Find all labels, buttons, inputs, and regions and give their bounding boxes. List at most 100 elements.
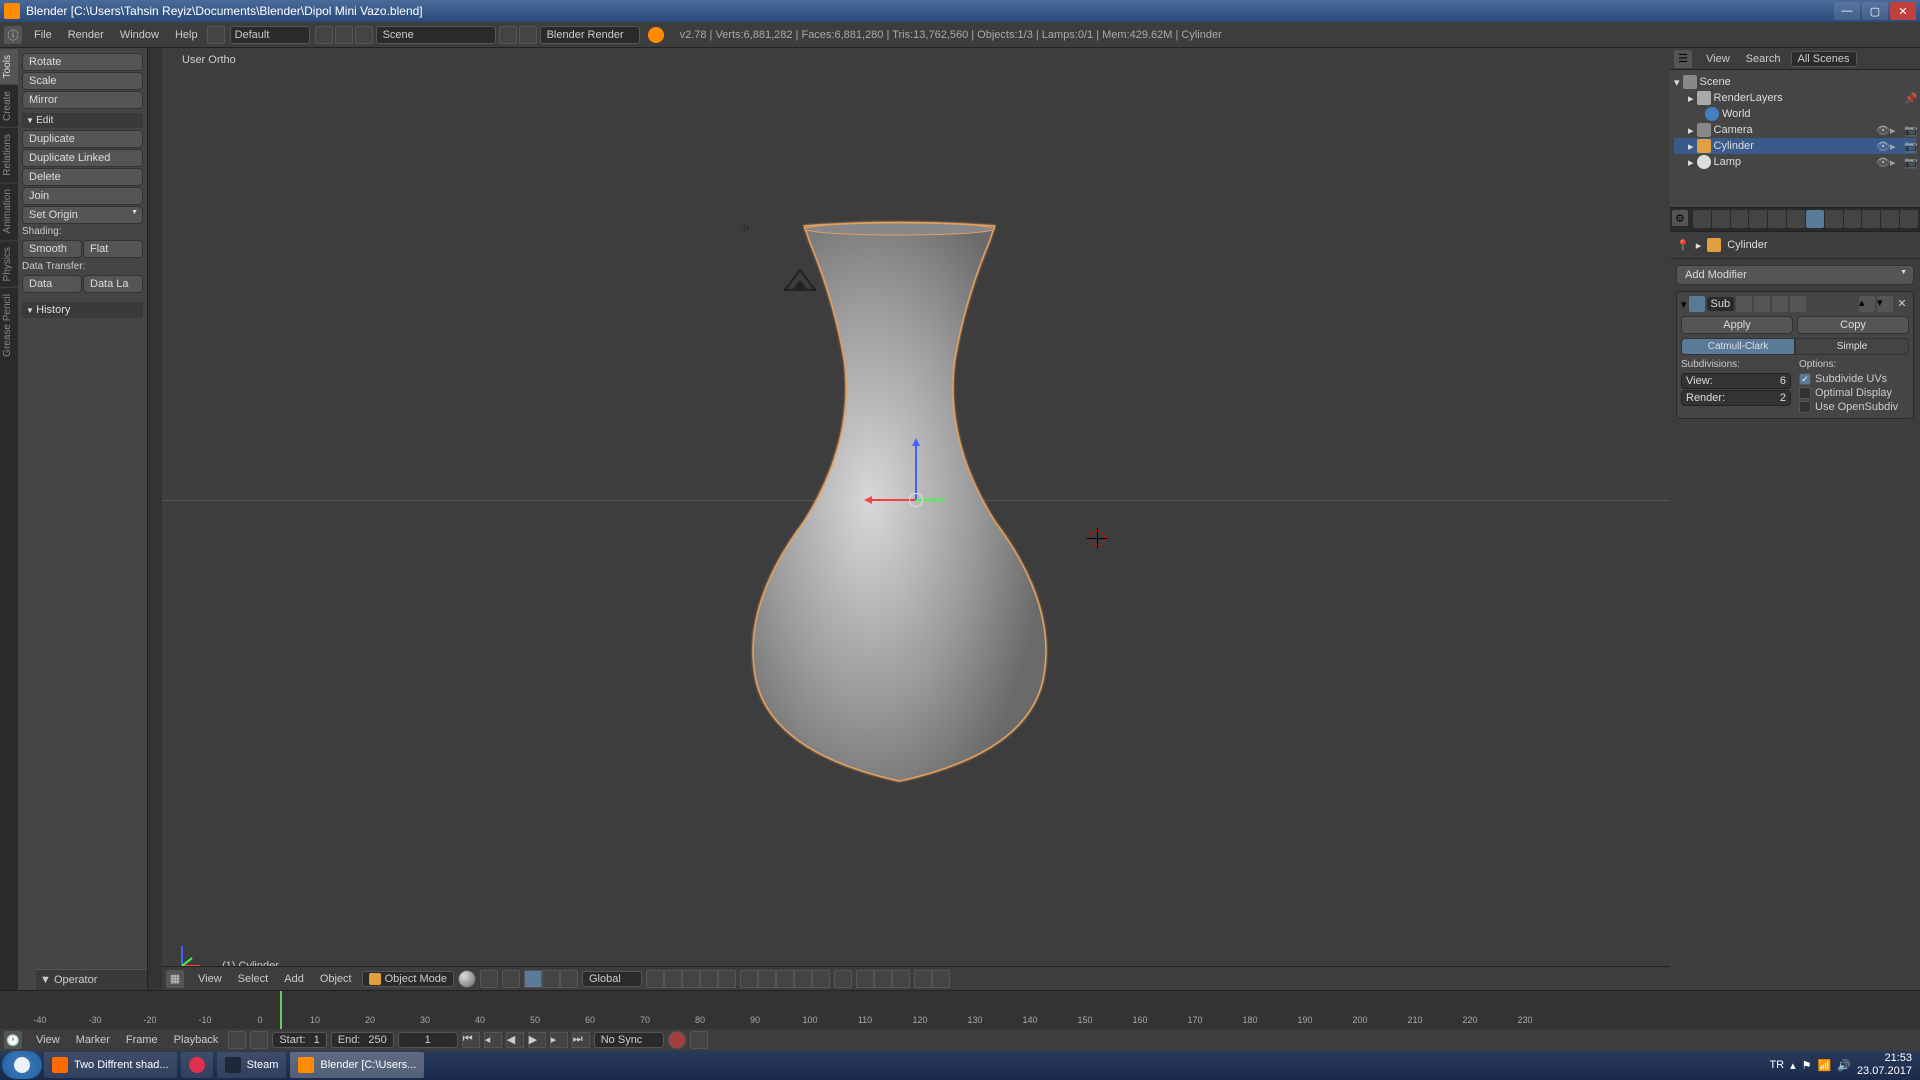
pivot-icon[interactable] — [480, 970, 498, 988]
outliner-view[interactable]: View — [1700, 52, 1736, 66]
cursor-icon[interactable]: ▸ — [1890, 140, 1902, 152]
modifier-delete-icon[interactable]: ✕ — [1895, 297, 1909, 311]
apply-button[interactable]: Apply — [1681, 316, 1793, 334]
outliner-display-mode[interactable]: All Scenes — [1791, 51, 1857, 67]
taskbar-steam[interactable]: Steam — [217, 1052, 287, 1078]
tl-menu-marker[interactable]: Marker — [70, 1034, 116, 1046]
shade-flat-button[interactable]: Flat — [83, 240, 143, 258]
rotate-button[interactable]: Rotate — [22, 53, 143, 71]
tab-world[interactable] — [1749, 210, 1767, 228]
layout-delete-icon[interactable] — [335, 26, 353, 44]
tab-relations[interactable]: Relations — [0, 127, 18, 182]
3d-viewport[interactable]: User Ortho — [162, 48, 1670, 990]
vp-menu-add[interactable]: Add — [278, 973, 310, 985]
tab-constraints[interactable] — [1787, 210, 1805, 228]
tree-camera[interactable]: ▸ Camera 👁▸📷 — [1674, 122, 1916, 138]
layers-buttons[interactable] — [646, 970, 830, 988]
record-icon[interactable] — [668, 1031, 686, 1049]
delete-button[interactable]: Delete — [22, 168, 143, 186]
cursor-icon[interactable]: ▸ — [1890, 156, 1902, 168]
tab-physics[interactable]: Physics — [0, 240, 18, 287]
end-frame-field[interactable]: End:250 — [331, 1032, 394, 1048]
data-layout-button[interactable]: Data La — [83, 275, 143, 293]
scale-button[interactable]: Scale — [22, 72, 143, 90]
tree-world[interactable]: World — [1674, 106, 1916, 122]
tray-volume-icon[interactable]: 🔊 — [1837, 1059, 1851, 1072]
tray-show-hidden-icon[interactable]: ▴ — [1790, 1059, 1796, 1072]
current-frame-field[interactable]: 1 — [398, 1032, 458, 1048]
manipulator-toggle-icon[interactable] — [502, 970, 520, 988]
tab-physics[interactable] — [1900, 210, 1918, 228]
tl-menu-frame[interactable]: Frame — [120, 1034, 164, 1046]
start-button[interactable] — [2, 1051, 42, 1079]
taskbar-blender[interactable]: Blender [C:\Users... — [290, 1052, 424, 1078]
keying-set-icon[interactable] — [690, 1031, 708, 1049]
move-down-icon[interactable]: ▾ — [1877, 296, 1893, 312]
cage-icon[interactable] — [1790, 296, 1806, 312]
render-visibility-icon[interactable] — [1736, 296, 1752, 312]
minimize-button[interactable]: — — [1834, 2, 1860, 20]
tab-render[interactable] — [1693, 210, 1711, 228]
snap-icon[interactable] — [856, 970, 874, 988]
tab-scene[interactable] — [1731, 210, 1749, 228]
set-origin-dropdown[interactable]: Set Origin — [22, 206, 143, 224]
play-reverse-icon[interactable]: ◀ — [506, 1032, 524, 1048]
manipulator-rotate-icon[interactable] — [542, 970, 560, 988]
vp-menu-object[interactable]: Object — [314, 973, 358, 985]
cursor-icon[interactable]: ▸ — [1890, 124, 1902, 136]
tl-menu-playback[interactable]: Playback — [168, 1034, 225, 1046]
properties-editor-icon[interactable]: ⚙ — [1672, 210, 1688, 226]
tray-network-icon[interactable]: 📶 — [1818, 1059, 1832, 1072]
auto-keyframe-icon[interactable] — [228, 1031, 246, 1049]
render-opengl-icon[interactable] — [914, 970, 932, 988]
menu-help[interactable]: Help — [167, 29, 206, 41]
render-anim-icon[interactable] — [932, 970, 950, 988]
lock-camera-icon[interactable] — [834, 970, 852, 988]
taskbar-firefox[interactable]: Two Diffrent shad... — [44, 1052, 177, 1078]
modifier-name-field[interactable]: Sub — [1707, 297, 1735, 311]
menu-file[interactable]: File — [26, 29, 60, 41]
subdivide-uvs-checkbox[interactable]: Subdivide UVs — [1799, 372, 1909, 386]
edit-section-header[interactable]: Edit — [22, 113, 143, 128]
tree-lamp[interactable]: ▸ Lamp 👁▸📷 — [1674, 154, 1916, 170]
tab-tools[interactable]: Tools — [0, 48, 18, 84]
mode-selector[interactable]: Object Mode — [362, 971, 454, 987]
gizmo-z-axis[interactable] — [915, 440, 917, 500]
tree-scene[interactable]: ▾ Scene — [1674, 74, 1916, 90]
shade-smooth-button[interactable]: Smooth — [22, 240, 82, 258]
editmode-visibility-icon[interactable] — [1772, 296, 1788, 312]
snap-element-icon[interactable] — [874, 970, 892, 988]
view-subdivisions-field[interactable]: View: 6 — [1681, 373, 1791, 389]
tray-action-center-icon[interactable]: ⚑ — [1802, 1059, 1812, 1072]
scene-selector[interactable]: Scene — [376, 26, 496, 44]
scene-browse-icon[interactable] — [355, 26, 373, 44]
manipulator-translate-icon[interactable] — [524, 970, 542, 988]
taskbar-opera[interactable] — [181, 1052, 213, 1078]
pin-icon[interactable]: 📍 — [1676, 239, 1690, 252]
scene-add-icon[interactable] — [499, 26, 517, 44]
gizmo-center[interactable] — [909, 493, 923, 507]
mirror-button[interactable]: Mirror — [22, 91, 143, 109]
tab-material[interactable] — [1844, 210, 1862, 228]
taskbar-clock[interactable]: 21:53 23.07.2017 — [1857, 1052, 1912, 1078]
tl-menu-view[interactable]: View — [30, 1034, 66, 1046]
timeline-ruler[interactable]: -40-30-20-100102030405060708090100110120… — [0, 991, 1920, 1029]
menu-render[interactable]: Render — [60, 29, 112, 41]
tab-renderlayers[interactable] — [1712, 210, 1730, 228]
cylinder-mesh[interactable] — [735, 221, 1065, 794]
menu-window[interactable]: Window — [112, 29, 167, 41]
eye-icon[interactable]: 👁 — [1876, 124, 1888, 136]
range-icon[interactable] — [250, 1031, 268, 1049]
tab-data[interactable] — [1825, 210, 1843, 228]
tab-particles[interactable] — [1881, 210, 1899, 228]
history-section-header[interactable]: History — [22, 302, 143, 318]
simple-toggle[interactable]: Simple — [1795, 338, 1909, 355]
add-modifier-dropdown[interactable]: Add Modifier — [1676, 265, 1914, 285]
opensubdiv-checkbox[interactable]: Use OpenSubdiv — [1799, 400, 1909, 414]
copy-button[interactable]: Copy — [1797, 316, 1909, 334]
render-icon[interactable]: 📷 — [1904, 124, 1916, 136]
render-icon[interactable]: 📷 — [1904, 140, 1916, 152]
tab-grease-pencil[interactable]: Grease Pencil — [0, 287, 18, 363]
layout-add-icon[interactable] — [315, 26, 333, 44]
vp-menu-select[interactable]: Select — [232, 973, 275, 985]
